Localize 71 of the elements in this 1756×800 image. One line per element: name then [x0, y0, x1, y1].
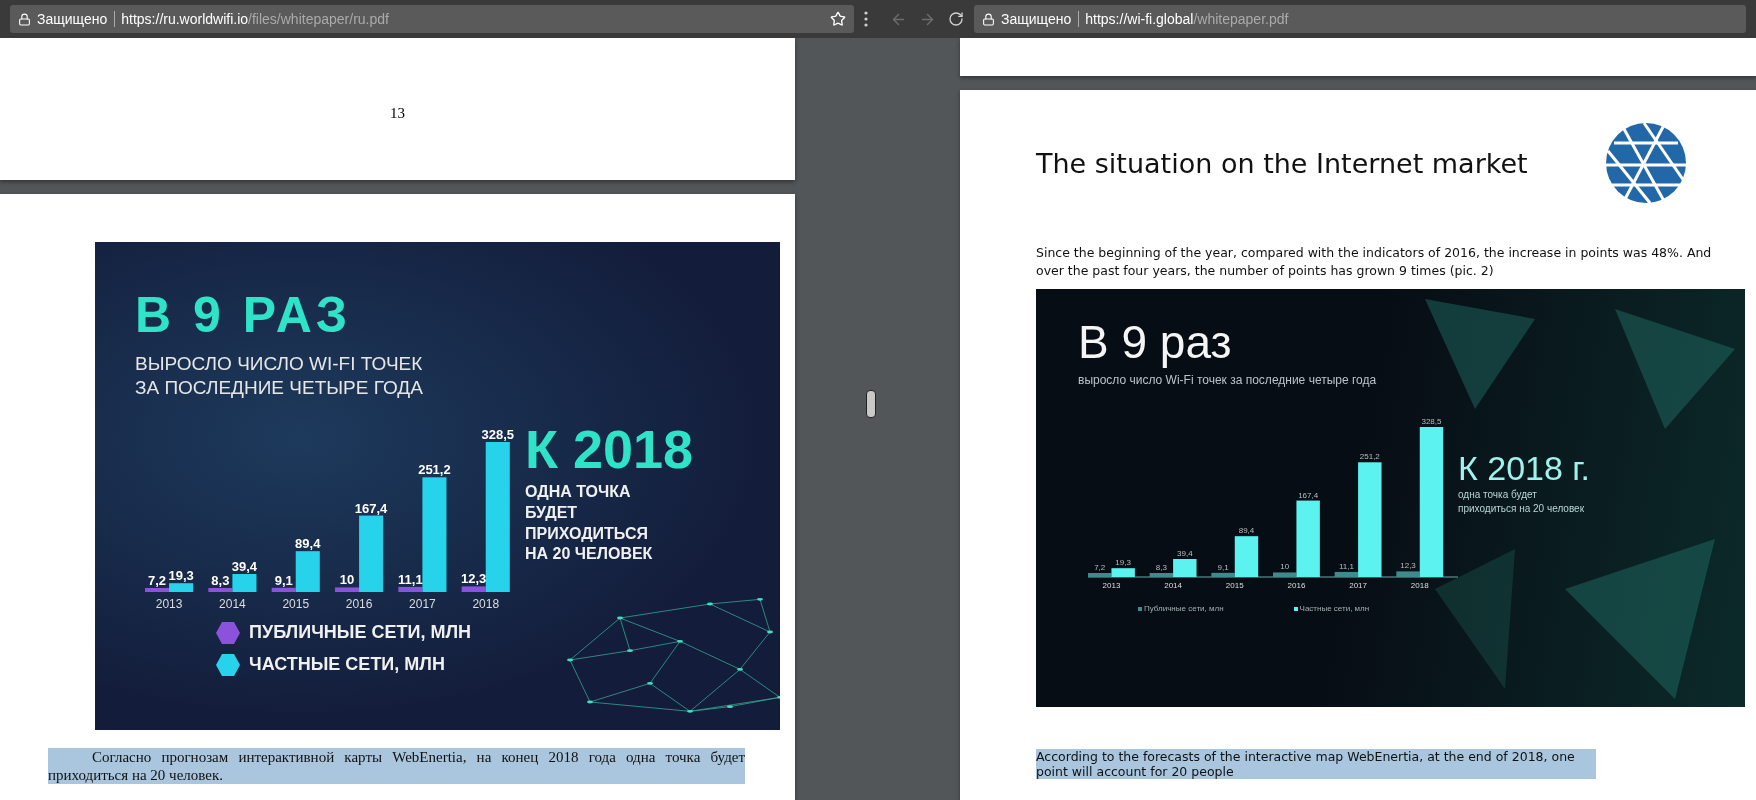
data-label: 39,4	[1177, 549, 1193, 558]
callout-text: приходиться на 20 человек	[1458, 501, 1586, 515]
axis-label: 2016	[345, 596, 373, 611]
data-label: 12,3	[461, 570, 487, 586]
axis-label: 2013	[1102, 581, 1121, 590]
address-bar[interactable]: Защищено https://ru.worldwifi.io/files/whitepaper/ru.pdf	[10, 5, 854, 33]
data-label: 328,5	[1421, 417, 1442, 426]
data-label: 11,1	[1338, 561, 1354, 571]
page-number: 13	[390, 104, 405, 122]
data-label: 11,1	[398, 571, 423, 587]
data-label: 9,1	[1217, 562, 1229, 572]
axis-label: 2018	[1410, 581, 1429, 590]
data-label: 167,4	[354, 500, 388, 516]
subtitle: ВЫРОСЛО ЧИСЛО WI-FI ТОЧЕК	[135, 352, 424, 376]
star-icon[interactable]	[830, 11, 846, 27]
data-label: 89,4	[1238, 526, 1255, 536]
data-label: 7,2	[1094, 563, 1106, 572]
paragraph: Since the beginning of the year, compared with the indicators of 2016, the increase in points was 48%. And over the past four years, the number of points has grown 9 times (pic. 2)	[1036, 244, 1713, 279]
url-text: https://ru.worldwifi.io/files/whitepaper/ru.pdf	[121, 11, 390, 27]
legend-label: ПУБЛИЧНЫЕ СЕТИ, МЛН	[249, 622, 472, 643]
security-label: Защищено	[1001, 11, 1080, 27]
subtitle: ЗА ПОСЛЕДНИЕ ЧЕТЫРЕ ГОДА	[135, 375, 424, 400]
reload-button[interactable]	[946, 9, 966, 29]
security-label: Защищено	[37, 11, 116, 27]
lock-icon	[18, 12, 31, 26]
data-label: 19,3	[168, 567, 194, 583]
data-label: 251,2	[1359, 452, 1380, 462]
data-label: 8,3	[1155, 563, 1167, 572]
callout-title: К 2018	[525, 422, 694, 476]
axis-label: 2016	[1287, 581, 1306, 590]
data-label: 251,2	[418, 461, 451, 477]
callout-text: одна точка будет	[1458, 488, 1538, 502]
caption-paragraph: According to the forecasts of the interactive map WebEnertia, at the end of 2018, one point will account for 20 people	[1036, 749, 1596, 779]
menu-button[interactable]	[862, 9, 870, 29]
data-label: 19,3	[1115, 558, 1131, 568]
data-label: 328,5	[481, 426, 515, 442]
axis-label: 2014	[219, 596, 246, 611]
callout-text: БУДЕТ	[525, 502, 579, 523]
axis-label: 2013	[155, 596, 183, 611]
callout-text: ОДНА ТОЧКА	[525, 482, 632, 502]
data-label: 9,1	[274, 572, 293, 588]
callout-text: НА 20 ЧЕЛОВЕК	[525, 544, 654, 565]
subtitle: выросло число Wi-Fi точек за последние четыре года	[1078, 373, 1378, 387]
data-label: 167,4	[1298, 490, 1319, 500]
axis-label: 2017	[409, 596, 436, 611]
data-label: 89,4	[295, 535, 321, 551]
headline: В 9 РАЗ	[135, 290, 353, 340]
address-bar[interactable]: Защищено https://wi-fi.global/whitepaper.pdf	[974, 5, 1746, 33]
callout-text: ПРИХОДИТЬСЯ	[525, 523, 649, 544]
axis-label: 2014	[1164, 581, 1182, 590]
callout-title: К 2018 г.	[1458, 449, 1591, 488]
axis-label: 2018	[472, 596, 500, 611]
menu-icon	[864, 11, 868, 27]
data-label: 10	[1280, 562, 1290, 572]
data-label: 10	[339, 571, 355, 587]
caption-paragraph: Согласно прогнозам интерактивной карты WebEnertia, на конец 2018 года одна точка будет приходиться на 20 человек.	[48, 748, 745, 784]
scrollbar-thumb[interactable]	[866, 390, 876, 418]
legend-label: Публичные сети, млн	[1138, 604, 1224, 613]
reload-icon	[948, 11, 964, 27]
data-label: 7,2	[148, 572, 167, 588]
axis-label: 2017	[1349, 581, 1367, 590]
url-text: https://wi-fi.global/whitepaper.pdf	[1085, 11, 1290, 27]
lock-icon	[982, 12, 995, 26]
legend-label: ЧАСТНЫЕ СЕТИ, МЛН	[249, 654, 445, 675]
data-label: 12,3	[1400, 561, 1416, 571]
data-label: 8,3	[211, 572, 230, 588]
data-label: 39,4	[231, 558, 258, 574]
axis-label: 2015	[282, 596, 310, 611]
axis-label: 2015	[1225, 581, 1244, 590]
legend-label: Частные сети, млн	[1293, 604, 1370, 613]
page-heading: The situation on the Internet market	[1036, 147, 1528, 179]
